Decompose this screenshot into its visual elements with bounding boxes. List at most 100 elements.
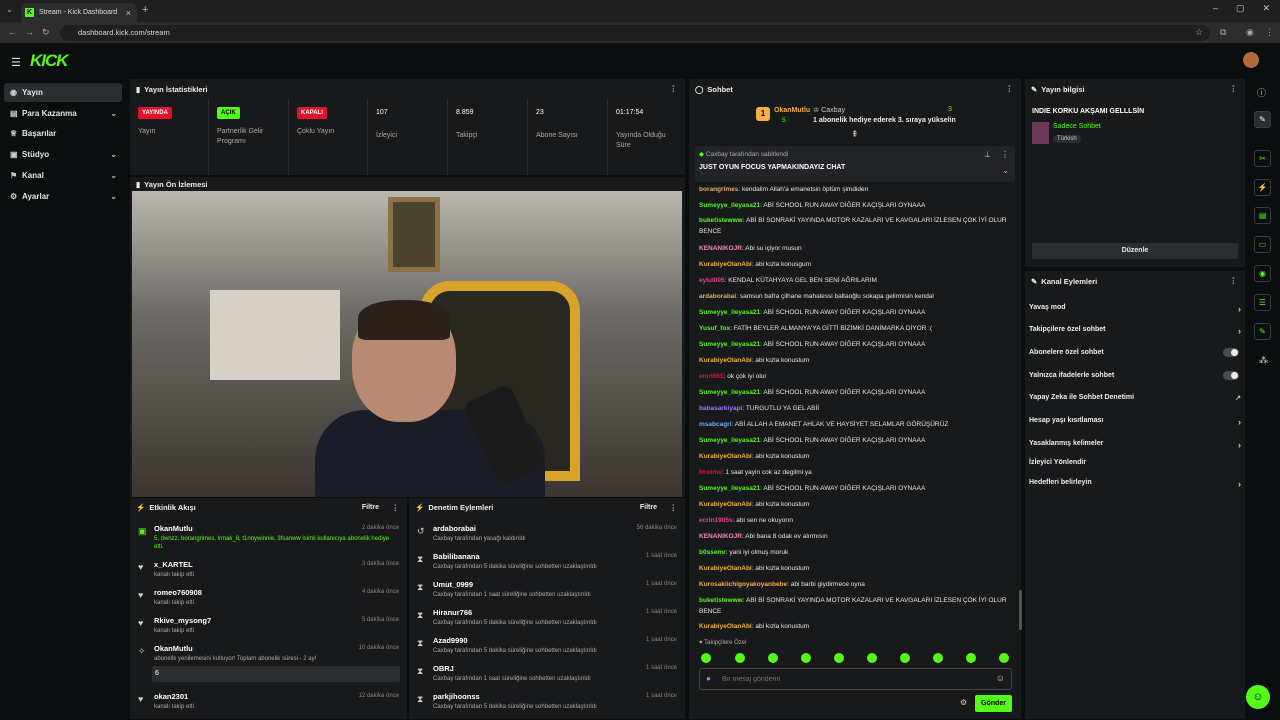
emote-icon[interactable] [701, 653, 711, 663]
browser-menu-icon[interactable]: ⋮ [1265, 27, 1274, 38]
collapse-icon[interactable]: ⇞ [851, 129, 859, 140]
forward-icon[interactable]: → [25, 27, 34, 37]
hamburger-menu-icon[interactable]: ☰ [11, 56, 21, 69]
subscribers-only-toggle[interactable] [1223, 348, 1239, 357]
action-account-age[interactable]: Hesap yaşı kısıtlaması › [1029, 417, 1241, 427]
mic-icon[interactable]: ● [706, 674, 711, 683]
sidebar-item-para-kazanma[interactable]: ▤ Para Kazanma ⌄ [4, 104, 122, 123]
gift-prompt[interactable]: 1 abonelik hediye ederek 3. sıraya yükse… [813, 117, 956, 124]
action-banned-words[interactable]: Yasaklanmış kelimeler › [1029, 440, 1241, 450]
chat-username[interactable]: KENANIKOJR [699, 533, 742, 540]
minimize-icon[interactable]: – [1213, 3, 1218, 14]
emote-icon[interactable] [900, 653, 910, 663]
help-chat-icon[interactable]: ☺ [1246, 685, 1270, 709]
document-icon[interactable]: ▤ [1254, 207, 1271, 224]
action-slow-mode[interactable]: Yavaş mod › [1029, 304, 1241, 314]
chat-username[interactable]: babasarkiyapi [699, 405, 742, 412]
action-subscribers-only[interactable]: Abonelere özel sohbet [1029, 348, 1241, 357]
chat-username[interactable]: borangrimes [699, 186, 738, 193]
chevron-down-icon[interactable]: ⌄ [1002, 166, 1009, 175]
action-goals[interactable]: Hedefleri belirleyin › [1029, 479, 1241, 489]
emote-only-toggle[interactable] [1223, 371, 1239, 380]
more-options-icon[interactable]: ⋮ [1230, 276, 1238, 285]
sidebar-item-basarilar[interactable]: ♕ Başarılar [4, 124, 122, 143]
edit-pencil-icon[interactable]: ✎ [1254, 111, 1271, 128]
more-options-icon[interactable]: ⋮ [1230, 84, 1238, 93]
close-tab-icon[interactable]: × [126, 8, 131, 18]
leaderboard-user-2[interactable]: ♔ Caxbay [813, 106, 845, 114]
chat-username[interactable]: eylul005 [699, 277, 725, 284]
chat-username[interactable]: Sumeyye_ileyasa21 [699, 389, 760, 396]
chat-username[interactable]: KurabiyeOlanAbi [699, 565, 752, 572]
edit-button[interactable]: Düzenle [1032, 243, 1238, 259]
maximize-icon[interactable]: ▢ [1236, 3, 1245, 14]
more-options-icon[interactable]: ⋮ [670, 503, 678, 512]
chat-username[interactable]: emrl665 [699, 373, 724, 380]
chat-username[interactable]: Sumeyye_ileyasa21 [699, 437, 760, 444]
chat-username[interactable]: fmelme [699, 469, 722, 476]
chat-username[interactable]: KENANIKOJR [699, 245, 742, 252]
chat-username[interactable]: ecrin1905s [699, 517, 733, 524]
sidebar-item-studyo[interactable]: ▣ Stüdyo ⌄ [4, 145, 122, 164]
action-followers-only[interactable]: Takipçilere özel sohbet › [1029, 326, 1241, 336]
extensions-icon[interactable]: ⧉ [1220, 27, 1226, 38]
sidebar-item-yayin[interactable]: ◉ Yayın [4, 83, 122, 102]
emoji-icon[interactable]: ☺ [996, 673, 1005, 683]
more-options-icon[interactable]: ⋮ [670, 84, 678, 93]
chat-icon[interactable]: ▭ [1254, 236, 1271, 253]
chat-username[interactable]: Kurosakiichigoyakoyanbebe [699, 581, 787, 588]
chat-input[interactable] [722, 672, 982, 686]
close-window-icon[interactable]: ✕ [1262, 3, 1270, 14]
emote-icon[interactable] [933, 653, 943, 663]
pin-icon[interactable]: ⊥ [984, 150, 991, 159]
widgets-icon[interactable]: ⁂ [1259, 355, 1268, 366]
chat-input-box[interactable]: ● ☺ [699, 668, 1012, 690]
list-icon[interactable]: ☰ [1254, 294, 1271, 311]
send-button[interactable]: Gönder [975, 695, 1012, 712]
chat-username[interactable]: KurabiyeOlanAbi [699, 623, 752, 630]
action-host[interactable]: İzleyici Yönlendir [1029, 459, 1241, 466]
new-tab-icon[interactable]: + [142, 4, 148, 16]
emote-icon[interactable] [867, 653, 877, 663]
broadcast-icon[interactable]: ◉ [1254, 265, 1271, 282]
profile-icon[interactable]: ◉ [1246, 27, 1254, 38]
more-options-icon[interactable]: ⋮ [1001, 150, 1009, 159]
chat-username[interactable]: Sumeyye_ileyasa21 [699, 309, 760, 316]
back-icon[interactable]: ← [8, 27, 17, 37]
bookmark-star-icon[interactable]: ☆ [1195, 27, 1203, 38]
lightning-icon[interactable]: ⚡ [1254, 179, 1271, 196]
chat-username[interactable]: Sumeyye_ileyasa21 [699, 341, 760, 348]
emote-icon[interactable] [999, 653, 1009, 663]
emote-icon[interactable] [735, 653, 745, 663]
clip-icon[interactable]: ✂ [1254, 150, 1271, 167]
leaderboard-user[interactable]: OkanMutlu [774, 107, 810, 114]
emote-icon[interactable] [801, 653, 811, 663]
filter-button[interactable]: Filtre [362, 504, 379, 511]
chat-username[interactable]: KurabiyeOlanAbi [699, 357, 752, 364]
browser-tab[interactable]: K Stream - Kick Dashboard × [21, 3, 137, 22]
url-field[interactable]: dashboard.kick.com/stream [60, 25, 1210, 41]
reload-icon[interactable]: ↻ [42, 27, 50, 38]
sidebar-item-kanal[interactable]: ⚑ Kanal ⌄ [4, 166, 122, 185]
emote-icon[interactable] [834, 653, 844, 663]
chat-username[interactable]: KurabiyeOlanAbi [699, 501, 752, 508]
info-icon[interactable]: ⓘ [1257, 86, 1266, 99]
chat-username[interactable]: msabcagri [699, 421, 732, 428]
action-ai-moderation[interactable]: Yapay Zeka ile Sohbet Denetimi ↗ [1029, 394, 1241, 402]
chat-username[interactable]: Yusuf_fox [699, 325, 730, 332]
chat-username[interactable]: buketistewww [699, 217, 743, 224]
category-link[interactable]: Sadece Sohbet [1053, 123, 1101, 130]
chat-scrollbar[interactable] [1019, 590, 1022, 630]
more-options-icon[interactable]: ⋮ [1006, 84, 1014, 93]
user-avatar[interactable] [1243, 52, 1259, 68]
action-emote-only[interactable]: Yalnızca ifadelerle sohbet [1029, 371, 1241, 380]
wrench-icon[interactable]: ✎ [1254, 323, 1271, 340]
chat-settings-gear-icon[interactable]: ⚙ [960, 698, 967, 707]
chat-username[interactable]: KurabiyeOlanAbi [699, 261, 752, 268]
filter-button[interactable]: Filtre [640, 504, 657, 511]
kick-logo[interactable]: KICK [30, 51, 69, 71]
chat-username[interactable]: Sumeyye_ileyasa21 [699, 485, 760, 492]
emote-icon[interactable] [768, 653, 778, 663]
more-options-icon[interactable]: ⋮ [392, 503, 400, 512]
chat-username[interactable]: Sumeyye_ileyasa21 [699, 202, 760, 209]
